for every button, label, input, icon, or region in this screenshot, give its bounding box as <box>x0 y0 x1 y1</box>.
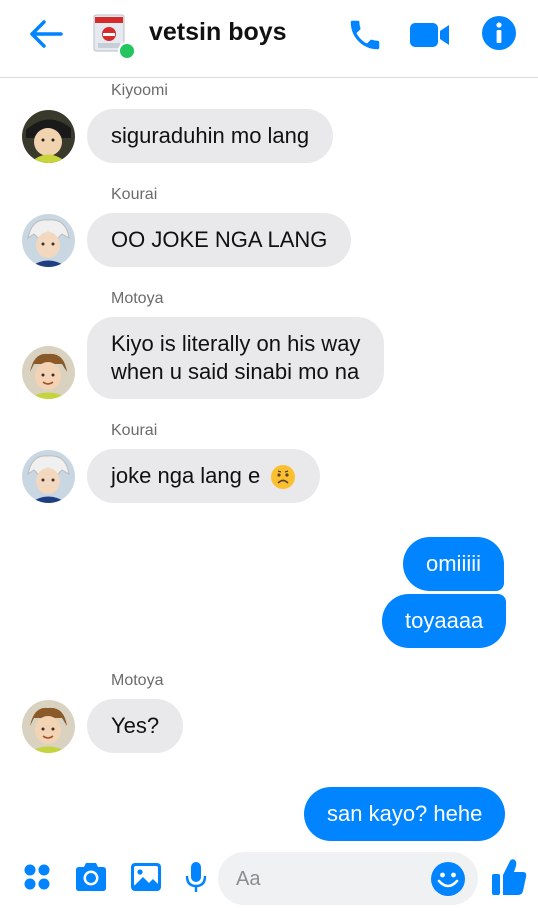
message-text: toyaaaa <box>405 608 484 633</box>
message-input[interactable]: Aa <box>218 852 478 905</box>
apps-grid-icon[interactable] <box>22 862 52 892</box>
message-text: joke nga lang e <box>111 463 261 488</box>
online-status-dot <box>118 42 136 60</box>
message-text: omiiiii <box>426 551 481 576</box>
back-arrow-icon[interactable] <box>28 18 64 50</box>
message-text: san kayo? hehe <box>327 801 483 826</box>
message-bubble-incoming[interactable]: siguraduhin mo lang <box>87 109 334 163</box>
sender-name: Kourai <box>111 422 158 439</box>
message-text: Yes? <box>111 713 160 738</box>
worried-face-emoji-icon <box>271 465 296 490</box>
conversation-title[interactable]: vetsin boys <box>149 18 287 47</box>
sender-name: Motoya <box>111 672 164 689</box>
message-text-line: Kiyo is literally on his way <box>111 331 361 356</box>
avatar-motoya[interactable] <box>22 346 75 399</box>
avatar-motoya[interactable] <box>22 700 75 753</box>
message-bubble-outgoing[interactable]: omiiiii <box>403 537 504 591</box>
message-bubble-incoming[interactable]: Yes? <box>87 699 184 753</box>
emoji-picker-icon[interactable] <box>430 861 466 897</box>
message-bubble-incoming[interactable]: Kiyo is literally on his way when u said… <box>87 317 385 399</box>
microphone-icon[interactable] <box>185 861 207 895</box>
composer-bar: Aa <box>0 846 538 911</box>
camera-icon[interactable] <box>73 861 109 893</box>
message-bubble-incoming[interactable]: joke nga lang e <box>87 449 321 503</box>
message-text: siguraduhin mo lang <box>111 123 310 148</box>
phone-icon[interactable] <box>346 16 384 54</box>
message-bubble-incoming[interactable]: OO JOKE NGA LANG <box>87 213 352 267</box>
group-avatar[interactable] <box>92 14 136 60</box>
message-text: OO JOKE NGA LANG <box>111 227 328 252</box>
avatar-kourai[interactable] <box>22 450 75 503</box>
message-bubble-outgoing[interactable]: san kayo? hehe <box>304 787 506 841</box>
conversation-header: vetsin boys <box>0 0 538 78</box>
video-call-icon[interactable] <box>409 20 451 50</box>
info-icon[interactable] <box>481 15 517 51</box>
sender-name: Kourai <box>111 186 158 203</box>
gallery-image-icon[interactable] <box>130 862 162 892</box>
thumbs-up-like-icon[interactable] <box>490 857 528 897</box>
message-input-placeholder: Aa <box>236 868 261 890</box>
sender-name: Kiyoomi <box>111 82 168 99</box>
avatar-kourai[interactable] <box>22 214 75 267</box>
sender-name: Motoya <box>111 290 164 307</box>
message-bubble-outgoing[interactable]: toyaaaa <box>382 594 507 648</box>
message-text-line: when u said sinabi mo na <box>111 359 360 384</box>
avatar-kiyoomi[interactable] <box>22 110 75 163</box>
